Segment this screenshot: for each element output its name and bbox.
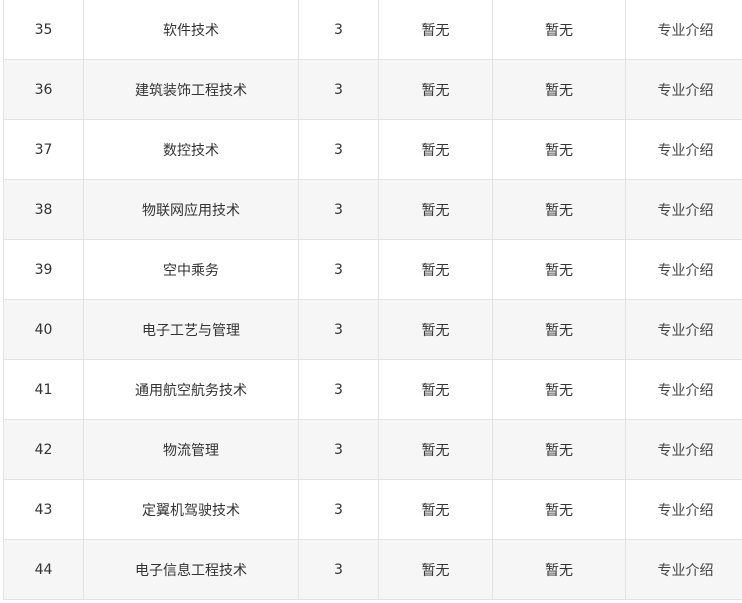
- col4-value: 暂无: [378, 479, 493, 540]
- table-row: 44 电子信息工程技术 3 暂无 暂无 专业介绍: [3, 539, 742, 600]
- table-row: 42 物流管理 3 暂无 暂无 专业介绍: [3, 419, 742, 480]
- row-number: 35: [3, 0, 84, 60]
- major-name: 物联网应用技术: [83, 179, 299, 240]
- study-years: 3: [298, 299, 379, 360]
- row-number: 40: [3, 299, 84, 360]
- table-row: 39 空中乘务 3 暂无 暂无 专业介绍: [3, 239, 742, 300]
- major-intro-link[interactable]: 专业介绍: [625, 299, 742, 360]
- col5-value: 暂无: [492, 419, 626, 480]
- study-years: 3: [298, 539, 379, 600]
- table-row: 43 定翼机驾驶技术 3 暂无 暂无 专业介绍: [3, 479, 742, 540]
- major-name: 电子工艺与管理: [83, 299, 299, 360]
- major-intro-link[interactable]: 专业介绍: [625, 479, 742, 540]
- row-number: 41: [3, 359, 84, 420]
- col5-value: 暂无: [492, 479, 626, 540]
- col5-value: 暂无: [492, 119, 626, 180]
- col5-value: 暂无: [492, 239, 626, 300]
- row-number: 43: [3, 479, 84, 540]
- major-name: 电子信息工程技术: [83, 539, 299, 600]
- major-table: 35 软件技术 3 暂无 暂无 专业介绍 36 建筑装饰工程技术 3 暂无 暂无…: [3, 0, 742, 600]
- row-number: 44: [3, 539, 84, 600]
- major-intro-link[interactable]: 专业介绍: [625, 0, 742, 60]
- major-intro-link[interactable]: 专业介绍: [625, 419, 742, 480]
- major-name: 通用航空航务技术: [83, 359, 299, 420]
- row-number: 39: [3, 239, 84, 300]
- major-name: 定翼机驾驶技术: [83, 479, 299, 540]
- table-row: 36 建筑装饰工程技术 3 暂无 暂无 专业介绍: [3, 59, 742, 120]
- row-number: 42: [3, 419, 84, 480]
- major-intro-link[interactable]: 专业介绍: [625, 239, 742, 300]
- row-number: 36: [3, 59, 84, 120]
- table-row: 37 数控技术 3 暂无 暂无 专业介绍: [3, 119, 742, 180]
- major-intro-link[interactable]: 专业介绍: [625, 179, 742, 240]
- study-years: 3: [298, 119, 379, 180]
- col4-value: 暂无: [378, 419, 493, 480]
- study-years: 3: [298, 59, 379, 120]
- col5-value: 暂无: [492, 0, 626, 60]
- study-years: 3: [298, 479, 379, 540]
- col4-value: 暂无: [378, 59, 493, 120]
- study-years: 3: [298, 419, 379, 480]
- col5-value: 暂无: [492, 59, 626, 120]
- col4-value: 暂无: [378, 0, 493, 60]
- major-table-body: 35 软件技术 3 暂无 暂无 专业介绍 36 建筑装饰工程技术 3 暂无 暂无…: [3, 0, 742, 600]
- col4-value: 暂无: [378, 179, 493, 240]
- col5-value: 暂无: [492, 179, 626, 240]
- table-row: 38 物联网应用技术 3 暂无 暂无 专业介绍: [3, 179, 742, 240]
- study-years: 3: [298, 0, 379, 60]
- major-name: 物流管理: [83, 419, 299, 480]
- major-name: 数控技术: [83, 119, 299, 180]
- col5-value: 暂无: [492, 359, 626, 420]
- col4-value: 暂无: [378, 299, 493, 360]
- col4-value: 暂无: [378, 239, 493, 300]
- table-row: 35 软件技术 3 暂无 暂无 专业介绍: [3, 0, 742, 60]
- major-intro-link[interactable]: 专业介绍: [625, 359, 742, 420]
- study-years: 3: [298, 239, 379, 300]
- major-name: 软件技术: [83, 0, 299, 60]
- study-years: 3: [298, 179, 379, 240]
- major-intro-link[interactable]: 专业介绍: [625, 119, 742, 180]
- col5-value: 暂无: [492, 299, 626, 360]
- col4-value: 暂无: [378, 119, 493, 180]
- row-number: 37: [3, 119, 84, 180]
- major-name: 建筑装饰工程技术: [83, 59, 299, 120]
- row-number: 38: [3, 179, 84, 240]
- col4-value: 暂无: [378, 539, 493, 600]
- study-years: 3: [298, 359, 379, 420]
- table-row: 41 通用航空航务技术 3 暂无 暂无 专业介绍: [3, 359, 742, 420]
- table-row: 40 电子工艺与管理 3 暂无 暂无 专业介绍: [3, 299, 742, 360]
- major-intro-link[interactable]: 专业介绍: [625, 59, 742, 120]
- col4-value: 暂无: [378, 359, 493, 420]
- col5-value: 暂无: [492, 539, 626, 600]
- major-name: 空中乘务: [83, 239, 299, 300]
- major-intro-link[interactable]: 专业介绍: [625, 539, 742, 600]
